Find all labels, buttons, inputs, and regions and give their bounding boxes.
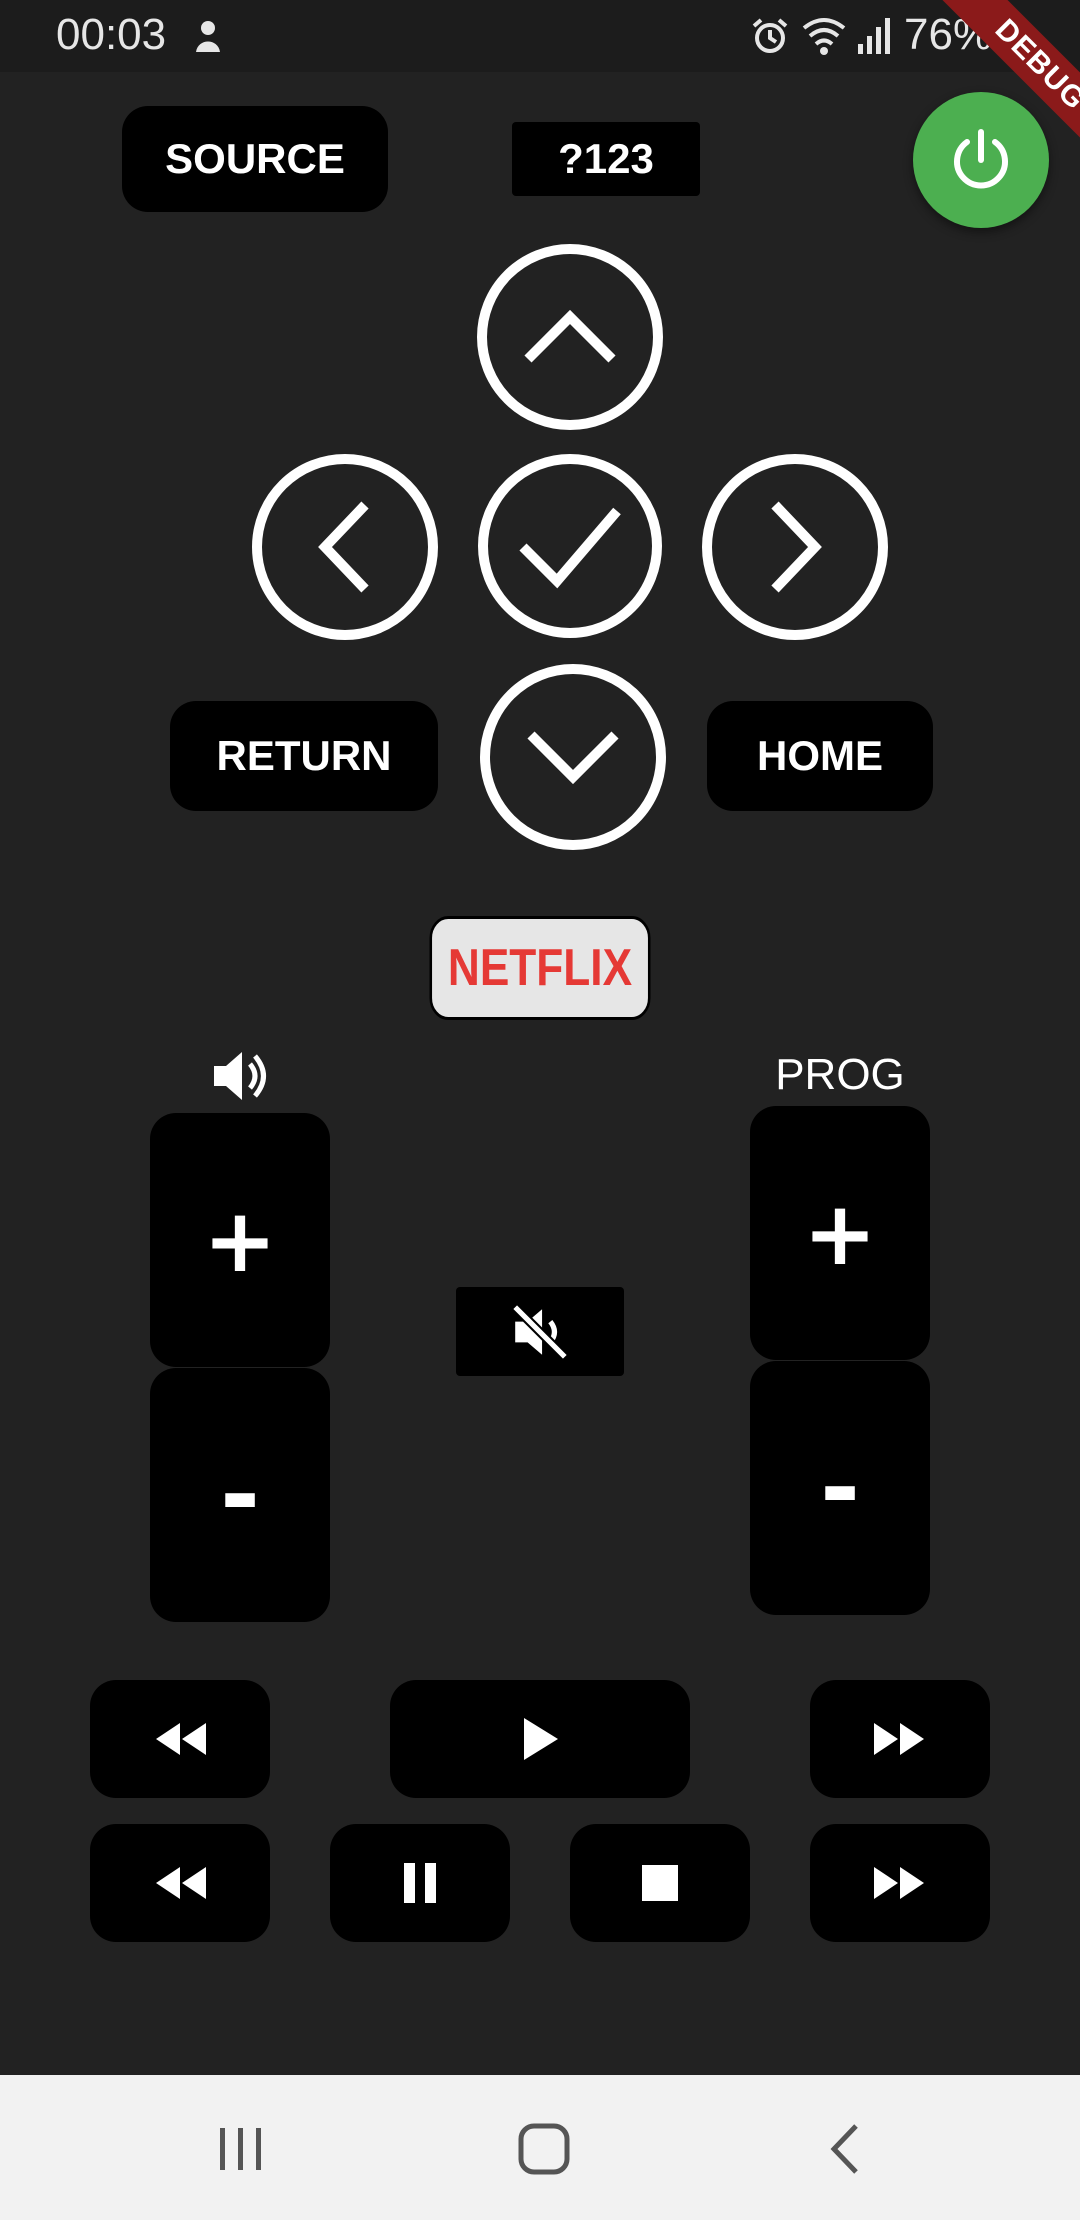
battery-percent: 76% [904, 10, 993, 59]
mute-icon [511, 1303, 569, 1360]
volume-down-button[interactable]: - [150, 1368, 330, 1622]
down-button[interactable] [480, 664, 666, 850]
stop-icon [642, 1865, 678, 1901]
chevron-down-icon [527, 731, 619, 785]
wifi-icon [802, 18, 846, 55]
source-button[interactable]: SOURCE [122, 106, 388, 212]
play-icon [524, 1718, 558, 1760]
left-button[interactable] [252, 454, 438, 640]
fast-forward-icon [874, 1723, 924, 1755]
next-button[interactable] [810, 1824, 990, 1942]
play-button[interactable] [390, 1680, 690, 1798]
power-button[interactable] [913, 92, 1049, 228]
recents-icon[interactable] [216, 2124, 266, 2174]
return-button[interactable]: RETURN [170, 701, 438, 811]
check-icon [519, 507, 621, 589]
battery-icon [1001, 14, 1023, 57]
chevron-left-icon [318, 501, 369, 593]
pause-button[interactable] [330, 1824, 510, 1942]
volume-up-button[interactable]: + [150, 1113, 330, 1367]
chevron-right-icon [771, 501, 822, 593]
minus-label: - [220, 1439, 260, 1551]
chevron-up-icon [524, 309, 616, 363]
minus-label: - [820, 1432, 860, 1544]
plus-label: + [803, 1181, 877, 1285]
rewind-icon [156, 1867, 206, 1899]
up-button[interactable] [477, 244, 663, 430]
pause-icon [404, 1863, 436, 1903]
home-button[interactable]: HOME [707, 701, 933, 811]
ok-button[interactable] [478, 454, 662, 638]
stop-button[interactable] [570, 1824, 750, 1942]
mute-button[interactable] [456, 1287, 624, 1376]
plus-label: + [203, 1188, 277, 1292]
notification-icon [196, 21, 220, 52]
alarm-icon [752, 18, 788, 53]
volume-icon [214, 1052, 266, 1100]
signal-icon [858, 18, 890, 54]
previous-button[interactable] [90, 1824, 270, 1942]
power-icon [954, 129, 1008, 189]
prog-up-button[interactable]: + [750, 1106, 930, 1360]
fast-forward-button[interactable] [810, 1680, 990, 1798]
back-icon[interactable] [826, 2122, 866, 2176]
fast-forward-icon [874, 1867, 924, 1899]
rewind-button[interactable] [90, 1680, 270, 1798]
rewind-icon [156, 1723, 206, 1755]
keypad-button[interactable]: ?123 [512, 122, 700, 196]
netflix-button[interactable]: NETFLIX [429, 916, 651, 1020]
prog-down-button[interactable]: - [750, 1361, 930, 1615]
status-time: 00:03 [56, 10, 167, 59]
home-icon[interactable] [517, 2122, 571, 2176]
right-button[interactable] [702, 454, 888, 640]
prog-label: PROG [775, 1050, 905, 1099]
